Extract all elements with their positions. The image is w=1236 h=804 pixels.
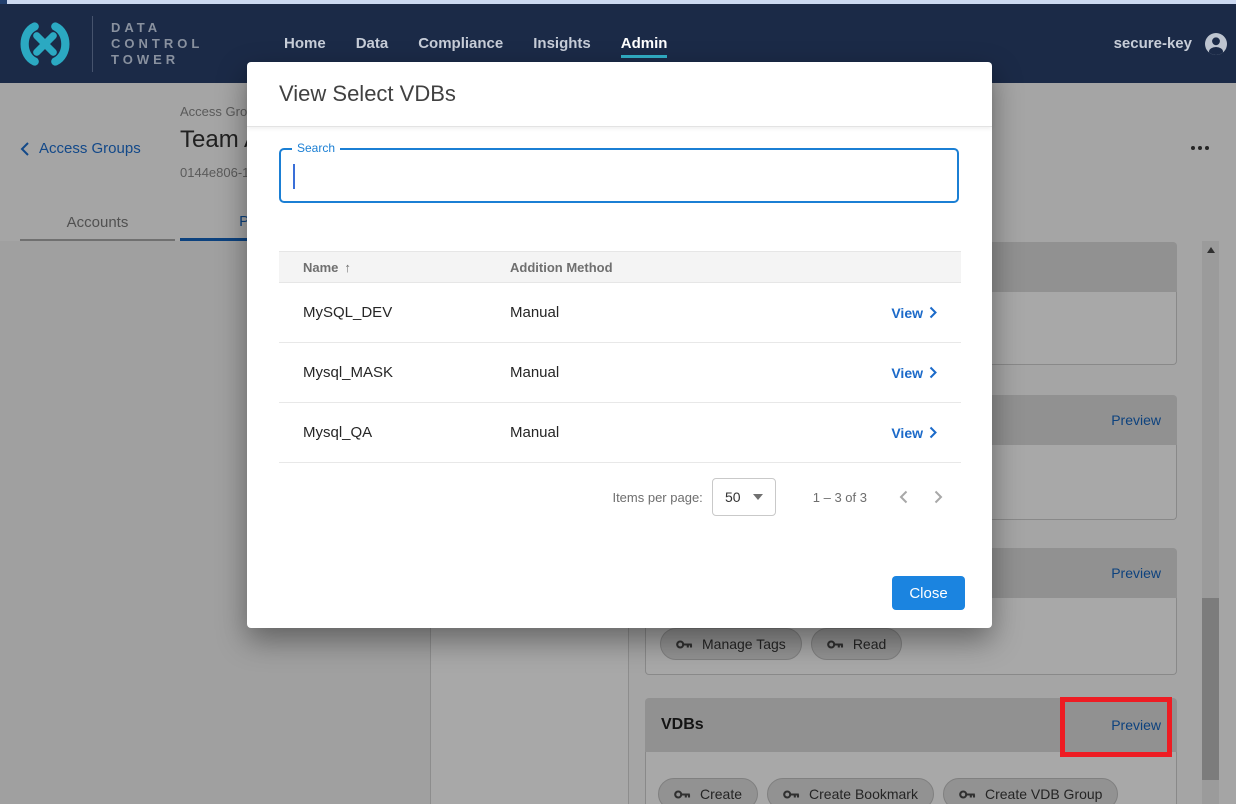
brand-text: DATA CONTROL TOWER (111, 20, 203, 67)
table-row[interactable]: MySQL_DEV Manual View (279, 283, 961, 343)
text-cursor (293, 164, 295, 189)
nav-item-data[interactable]: Data (356, 29, 389, 58)
search-field-label: Search (292, 141, 340, 155)
close-button[interactable]: Close (892, 576, 965, 610)
nav-item-home[interactable]: Home (284, 29, 326, 58)
table-paginator: Items per page: 50 1 – 3 of 3 (279, 467, 961, 527)
nav-item-insights[interactable]: Insights (533, 29, 591, 58)
dialog-header: View Select VDBs (247, 62, 992, 127)
brand-line: DATA (111, 20, 203, 35)
chevron-left-icon (899, 490, 908, 504)
brand[interactable]: DATA CONTROL TOWER (12, 4, 203, 83)
dropdown-caret-icon (753, 494, 763, 500)
column-header-name[interactable]: Name ↑ (303, 260, 510, 275)
cell-addition-method: Manual (510, 364, 790, 381)
table-header-row: Name ↑ Addition Method (279, 251, 961, 283)
nav-item-compliance[interactable]: Compliance (418, 29, 503, 58)
chevron-right-icon (929, 306, 937, 319)
table-row[interactable]: Mysql_MASK Manual View (279, 343, 961, 403)
cell-name: Mysql_MASK (303, 364, 510, 381)
search-field: Search (279, 148, 959, 203)
brand-line: CONTROL (111, 36, 203, 51)
view-link-label: View (891, 305, 923, 321)
view-link[interactable]: View (790, 425, 937, 441)
next-page-button[interactable] (934, 490, 943, 504)
app-window: DATA CONTROL TOWER Home Data Compliance … (0, 0, 1236, 804)
cell-addition-method: Manual (510, 304, 790, 321)
vdb-table: Name ↑ Addition Method MySQL_DEV Manual V… (279, 251, 961, 463)
view-link[interactable]: View (790, 365, 937, 381)
cell-name: MySQL_DEV (303, 304, 510, 321)
brand-divider (92, 16, 93, 72)
column-header-addition-method[interactable]: Addition Method (510, 260, 790, 275)
chevron-right-icon (929, 426, 937, 439)
view-link-label: View (891, 365, 923, 381)
previous-page-button[interactable] (899, 490, 908, 504)
table-row[interactable]: Mysql_QA Manual View (279, 403, 961, 463)
dialog-title: View Select VDBs (279, 81, 456, 107)
items-per-page-label: Items per page: (612, 490, 702, 505)
search-input[interactable] (281, 150, 957, 201)
sort-asc-icon: ↑ (344, 260, 351, 275)
view-link-label: View (891, 425, 923, 441)
annotation-highlight-box (1060, 697, 1172, 757)
delphix-logo-icon (12, 21, 78, 67)
page-size-value: 50 (725, 489, 741, 505)
nav-item-admin[interactable]: Admin (621, 29, 668, 58)
column-label: Name (303, 260, 338, 275)
items-per-page-select[interactable]: 50 (712, 478, 776, 516)
user-name: secure-key (1114, 35, 1192, 52)
pagination-range: 1 – 3 of 3 (813, 490, 867, 505)
cell-addition-method: Manual (510, 424, 790, 441)
chevron-right-icon (934, 490, 943, 504)
view-select-vdbs-dialog: View Select VDBs Search Name ↑ Addition M… (247, 62, 992, 628)
user-menu[interactable]: secure-key (1114, 4, 1228, 83)
chevron-right-icon (929, 366, 937, 379)
account-circle-icon (1204, 32, 1228, 56)
brand-line: TOWER (111, 52, 203, 67)
view-link[interactable]: View (790, 305, 937, 321)
cell-name: Mysql_QA (303, 424, 510, 441)
